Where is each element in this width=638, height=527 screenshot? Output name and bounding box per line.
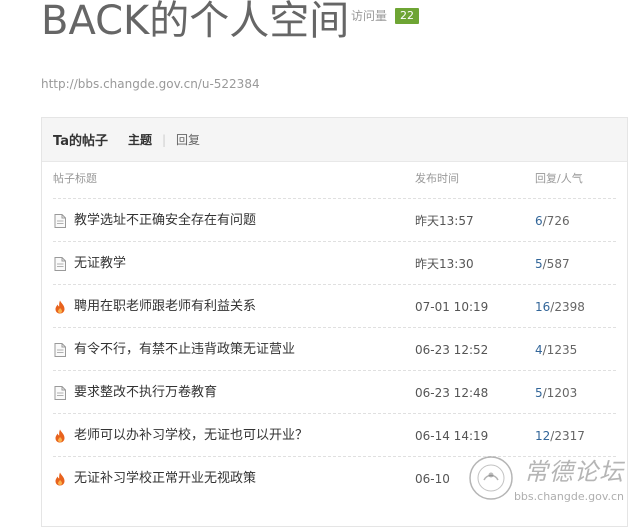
table-row: 聘用在职老师跟老师有利益关系 07-01 10:19 16/2398 <box>53 284 616 327</box>
view-count: /2398 <box>550 300 585 314</box>
reply-count-link[interactable]: 5 <box>535 257 543 271</box>
visit-counter: 访问量 22 <box>351 8 420 24</box>
post-subject-link[interactable]: 聘用在职老师跟老师有利益关系 <box>74 298 256 315</box>
column-header-subject: 帖子标题 <box>53 172 97 185</box>
view-count: /1235 <box>542 343 578 357</box>
post-time: 06-23 12:52 <box>415 343 489 357</box>
table-row: 无证教学 昨天13:30 5/587 <box>53 241 616 284</box>
reply-count-link[interactable]: 16 <box>535 300 550 314</box>
page-title: BACK的个人空间 <box>41 0 350 44</box>
post-subject-link[interactable]: 无证教学 <box>74 255 126 272</box>
post-time: 07-01 10:19 <box>415 300 489 314</box>
profile-url[interactable]: http://bbs.changde.gov.cn/u-522384 <box>41 76 260 92</box>
table-row: 要求整改不执行万卷教育 06-23 12:48 5/1203 <box>53 370 616 413</box>
column-header-stats: 回复/人气 <box>535 172 583 185</box>
post-time: 06-10 <box>415 472 450 486</box>
hot-flame-icon <box>54 299 66 314</box>
tab-topics[interactable]: 主题 <box>128 132 152 148</box>
visits-count-badge: 22 <box>395 8 420 24</box>
watermark-url: bbs.changde.gov.cn <box>513 490 624 503</box>
post-time: 06-14 14:19 <box>415 429 489 443</box>
panel-header: Ta的帖子 主题 | 回复 <box>42 118 627 162</box>
post-stats: 5/587 <box>535 256 570 272</box>
hot-flame-icon <box>54 428 66 443</box>
document-icon <box>54 385 66 400</box>
reply-count-link[interactable]: 5 <box>535 386 543 400</box>
watermark-forum-name: 常德论坛 <box>524 458 624 486</box>
view-count: /587 <box>542 257 570 271</box>
view-count: /726 <box>542 214 570 228</box>
panel-title: Ta的帖子 <box>53 134 108 149</box>
post-time: 昨天13:30 <box>415 257 474 271</box>
table-row: 有令不行，有禁不止违背政策无证营业 06-23 12:52 4/1235 <box>53 327 616 370</box>
hot-flame-icon <box>54 471 66 486</box>
view-count: /1203 <box>542 386 578 400</box>
visits-label: 访问量 <box>351 9 388 23</box>
post-time: 昨天13:57 <box>415 214 474 228</box>
reply-count-link[interactable]: 6 <box>535 214 543 228</box>
post-subject-link[interactable]: 老师可以办补习学校，无证也可以开业？ <box>74 427 308 444</box>
forum-seal-logo <box>469 456 513 500</box>
post-stats: 6/726 <box>535 213 570 229</box>
forum-watermark: 常德论坛 bbs.changde.gov.cn <box>469 439 632 509</box>
column-header-time: 发布时间 <box>415 172 459 185</box>
document-icon <box>54 342 66 357</box>
post-stats: 5/1203 <box>535 385 577 401</box>
post-subject-link[interactable]: 无证补习学校正常开业无视政策 <box>74 470 256 487</box>
post-time: 06-23 12:48 <box>415 386 489 400</box>
post-stats: 4/1235 <box>535 342 577 358</box>
document-icon <box>54 256 66 271</box>
document-icon <box>54 213 66 228</box>
post-stats: 16/2398 <box>535 299 585 315</box>
post-subject-link[interactable]: 教学选址不正确安全存在有问题 <box>74 212 256 229</box>
tab-replies[interactable]: 回复 <box>176 132 200 148</box>
post-subject-link[interactable]: 要求整改不执行万卷教育 <box>74 384 217 401</box>
table-row: 教学选址不正确安全存在有问题 昨天13:57 6/726 <box>53 198 616 241</box>
post-subject-link[interactable]: 有令不行，有禁不止违背政策无证营业 <box>74 341 295 358</box>
tab-separator: | <box>161 132 167 147</box>
reply-count-link[interactable]: 4 <box>535 343 543 357</box>
